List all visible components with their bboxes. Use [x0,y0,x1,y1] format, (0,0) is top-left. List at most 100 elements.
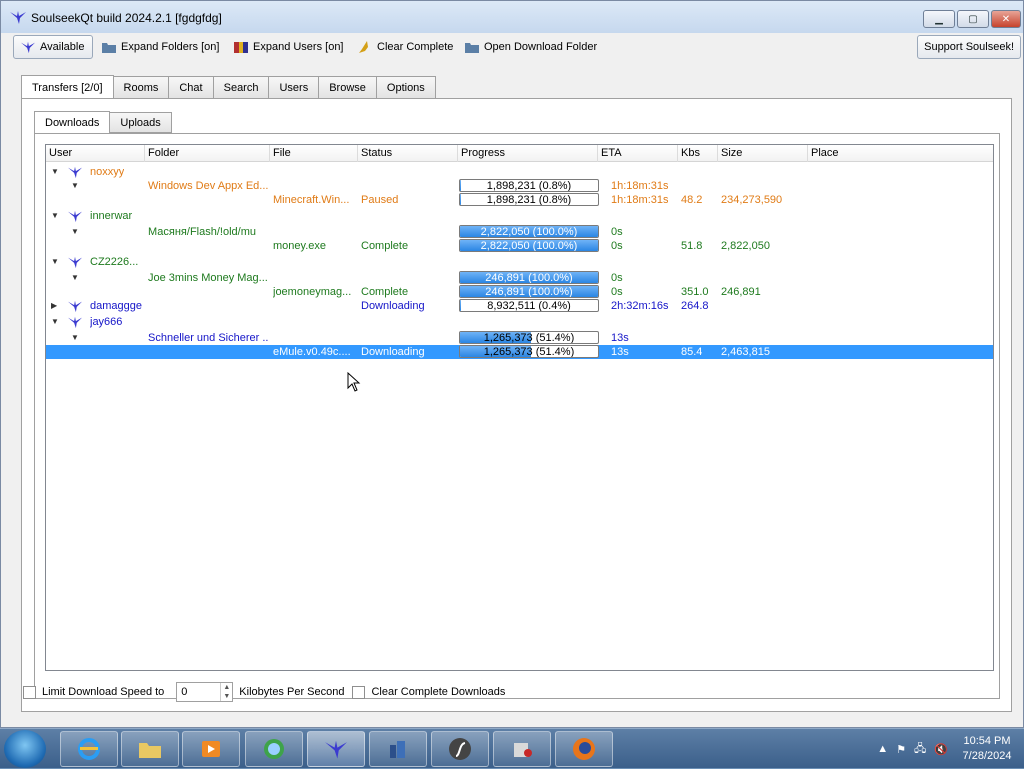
tab-users[interactable]: Users [269,76,320,99]
user-row[interactable]: ▼ jay666 [46,315,993,329]
downloads-panel: User Folder File Status Progress ETA Kbs… [34,133,1000,699]
title-bar[interactable]: SoulseekQt build 2024.2.1 [fgdgfdg] ▁ ▢ … [1,1,1023,33]
transfers-panel: Downloads Uploads User Folder File Statu… [21,98,1012,712]
size-value: 2,822,050 [721,240,770,252]
network-icon[interactable]: 🖧 [914,740,926,759]
close-button[interactable]: ✕ [991,10,1021,28]
media-player-icon[interactable] [182,731,240,767]
column-header-file[interactable]: File [270,145,358,162]
folder-row[interactable]: ▼ Windows Dev Appx Ed... 1,898,231 (0.8%… [46,179,993,193]
collapse-arrow-icon[interactable]: ▼ [71,331,81,345]
column-header-place[interactable]: Place [808,145,994,162]
collapse-arrow-icon[interactable]: ▼ [71,225,81,239]
folder-icon [465,43,479,53]
tab-search[interactable]: Search [213,76,270,99]
file-name: joemoneymag... [273,286,352,298]
folder-name: Schneller und Sicherer ... [148,332,268,344]
internet-explorer-icon[interactable] [60,731,118,767]
progress-text: 1,898,231 (0.8%) [486,194,572,206]
flash-player-icon[interactable] [431,731,489,767]
expand-arrow-icon[interactable]: ▶ [51,299,61,313]
firefox-icon[interactable] [555,731,613,767]
user-row[interactable]: ▼ noxxyy [46,165,993,179]
downloads-list[interactable]: User Folder File Status Progress ETA Kbs… [45,144,994,671]
file-row[interactable]: money.exe Complete 2,822,050 (100.0%) 0s… [46,239,993,253]
limit-speed-checkbox[interactable] [23,685,36,699]
soulseek-bird-icon [21,41,35,54]
folder-name: Масяня/Flash/!old/mu [148,226,256,238]
transfer-subtabs: Downloads Uploads [34,111,172,134]
status-button[interactable]: Available [13,35,93,59]
collapse-arrow-icon[interactable]: ▼ [51,209,61,223]
users-icon [234,42,248,53]
soulseek-taskbar-icon[interactable] [307,731,365,767]
status-value: Complete [361,286,409,298]
network-globe-icon[interactable] [245,731,303,767]
progress-text: 8,932,511 (0.4%) [487,300,571,312]
spin-arrows-icon[interactable]: ▲ ▼ [220,683,232,701]
support-button[interactable]: Support Soulseek! [917,35,1021,59]
collapse-arrow-icon[interactable]: ▼ [51,315,61,329]
expand-users-label: Expand Users [on] [253,41,344,53]
window-title: SoulseekQt build 2024.2.1 [fgdgfdg] [31,11,222,25]
minimize-button[interactable]: ▁ [923,10,955,28]
expand-users-button[interactable]: Expand Users [on] [233,35,344,59]
collapse-arrow-icon[interactable]: ▼ [71,271,81,285]
tab-transfers[interactable]: Transfers [2/0] [21,75,114,99]
collapse-arrow-icon[interactable]: ▼ [51,165,61,179]
file-row[interactable]: joemoneymag... Complete 246,891 (100.0%)… [46,285,993,299]
open-download-folder-button[interactable]: Open Download Folder [464,35,597,59]
tab-downloads[interactable]: Downloads [34,111,111,134]
clear-complete-checkbox[interactable] [352,685,366,699]
column-header-progress[interactable]: Progress [458,145,598,162]
file-row-selected[interactable]: eMule.v0.49c.... Downloading 1,265,373 (… [46,345,993,359]
file-row[interactable]: Minecraft.Win... Paused 1,898,231 (0.8%)… [46,193,993,207]
package-tool-icon[interactable] [493,731,551,767]
start-button[interactable] [4,730,46,768]
system-tray: ▲ ⚑ 🖧 🔇 10:54 PM 7/28/2024 [877,729,1018,769]
tab-browse[interactable]: Browse [319,76,377,99]
user-name: jay666 [90,316,123,328]
user-row[interactable]: ▼ innerwar [46,209,993,223]
eta-value: 1h:18m:31s [611,180,669,192]
eta-value: 0s [611,226,623,238]
column-header-user[interactable]: User [46,145,145,162]
kbs-value: 85.4 [681,346,703,358]
maximize-button[interactable]: ▢ [957,10,989,28]
column-header-folder[interactable]: Folder [145,145,270,162]
folder-row[interactable]: ▼ Joe 3mins Money Mag... 246,891 (100.0%… [46,271,993,285]
column-header-kbs[interactable]: Kbs [678,145,718,162]
folder-row[interactable]: ▼ Масяня/Flash/!old/mu 2,822,050 (100.0%… [46,225,993,239]
city-builder-icon[interactable] [369,731,427,767]
user-row[interactable]: ▶ damaggge Downloading 8,932,511 (0.4%) … [46,299,993,313]
tab-rooms[interactable]: Rooms [113,76,170,99]
clock[interactable]: 10:54 PM 7/28/2024 [956,734,1018,764]
column-header-size[interactable]: Size [718,145,808,162]
broom-icon [359,41,368,53]
tab-options[interactable]: Options [376,76,436,99]
collapse-arrow-icon[interactable]: ▼ [51,255,61,269]
speed-limit-spinbox[interactable]: 0 ▲ ▼ [176,682,234,702]
collapse-arrow-icon[interactable]: ▼ [71,179,81,193]
eta-value: 0s [611,240,623,252]
toolbar: Available Expand Folders [on] Expand Use… [13,34,1021,60]
status-value: Downloading [361,346,425,358]
folder-row[interactable]: ▼ Schneller und Sicherer ... 1,265,373 (… [46,331,993,345]
speed-limit-value: 0 [181,686,188,698]
tab-chat[interactable]: Chat [169,76,214,99]
volume-muted-icon[interactable]: 🔇 [934,743,948,756]
tab-uploads[interactable]: Uploads [110,112,172,133]
progress-bar: 2,822,050 (100.0%) [459,239,599,252]
soulseek-bird-icon [68,256,82,269]
user-row[interactable]: ▼ CZ2226... [46,255,993,269]
column-header-status[interactable]: Status [358,145,458,162]
tray-expand-icon[interactable]: ▲ [877,743,888,755]
soulseek-bird-icon [68,316,82,329]
file-explorer-icon[interactable] [121,731,179,767]
kbs-value: 48.2 [681,194,703,206]
action-center-flag-icon[interactable]: ⚑ [896,743,906,756]
progress-bar: 1,898,231 (0.8%) [459,193,599,206]
expand-folders-button[interactable]: Expand Folders [on] [101,35,219,59]
column-header-eta[interactable]: ETA [598,145,678,162]
clear-complete-button[interactable]: Clear Complete [357,35,453,59]
